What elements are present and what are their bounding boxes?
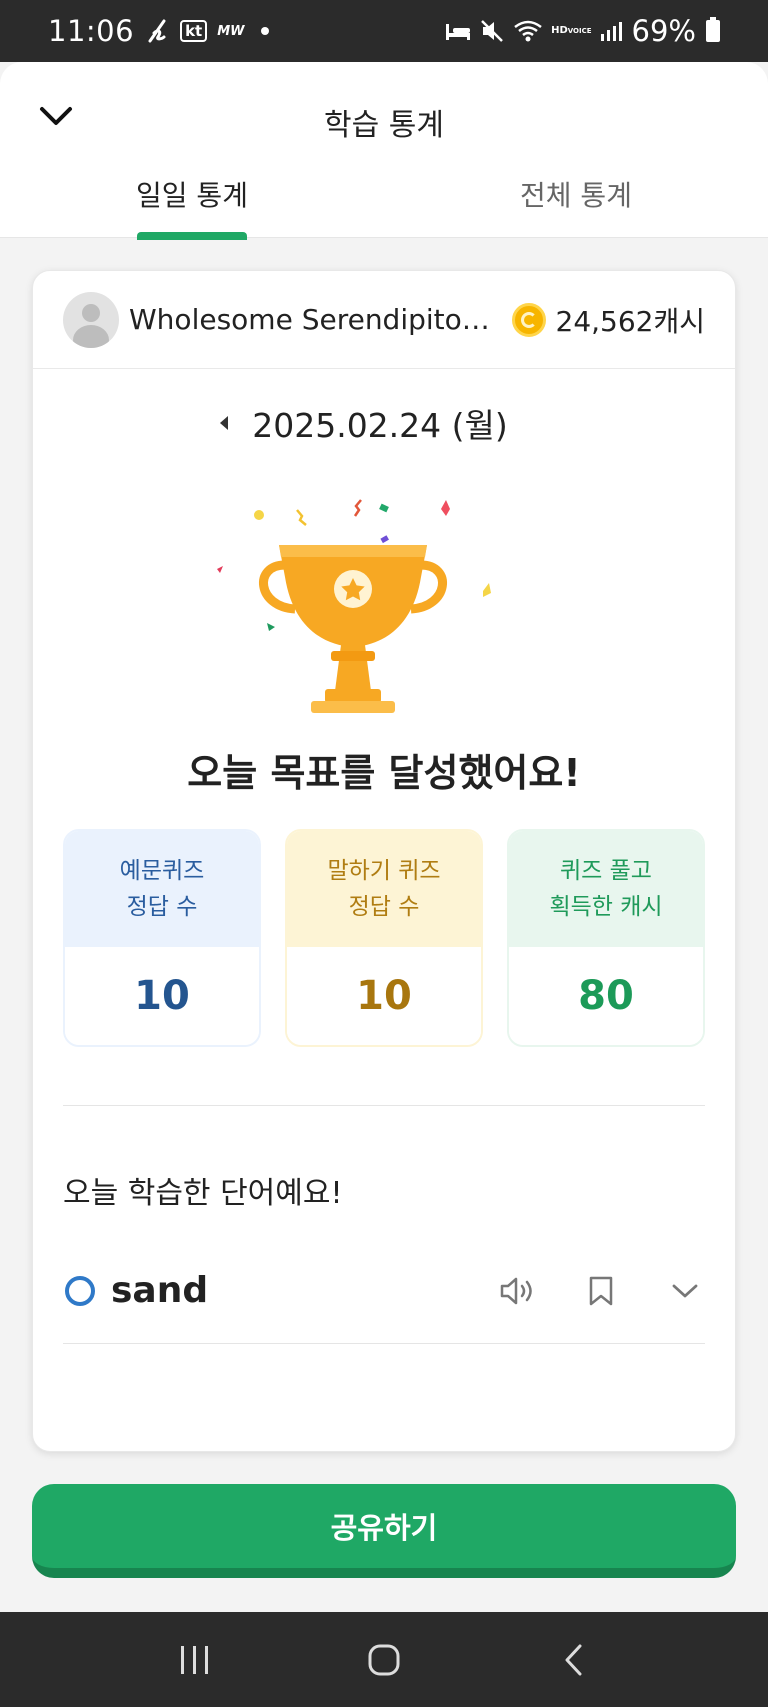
status-bar: 11:06 kt MW HD VOICE 69% [0, 0, 768, 62]
hd-voice-top: HD [551, 25, 568, 36]
speaker-button[interactable] [497, 1271, 537, 1311]
stat-cash-earned-line1: 퀴즈 풀고 [560, 858, 652, 884]
tab-daily-stats-label: 일일 통계 [136, 179, 248, 212]
stat-example-quiz-line2: 정답 수 [126, 894, 198, 920]
speaker-icon [500, 1277, 532, 1304]
stat-example-quiz-label: 예문퀴즈 정답 수 [65, 831, 259, 947]
stat-cash-earned-line2: 획득한 캐시 [549, 894, 663, 920]
recent-apps-icon [180, 1645, 208, 1674]
stat-cash-earned-label: 퀴즈 풀고 획득한 캐시 [509, 831, 703, 947]
stat-cash-earned: 퀴즈 풀고 획득한 캐시 80 [507, 829, 705, 1047]
trophy-icon [217, 499, 491, 713]
stats-card: Wholesome Serendipitous... 24,562캐시 2025… [32, 270, 736, 1452]
chevron-down-icon [672, 1284, 698, 1297]
stat-speaking-quiz: 말하기 퀴즈 정답 수 10 [285, 829, 483, 1047]
signal-icon [600, 20, 622, 42]
status-left: 11:06 kt MW [48, 14, 269, 48]
user-name: Wholesome Serendipitous... [129, 303, 502, 336]
stats-row: 예문퀴즈 정답 수 10 말하기 퀴즈 정답 수 10 퀴즈 풀고 획득한 캐시 [33, 829, 735, 1047]
hd-voice-icon: HD VOICE [551, 26, 591, 36]
carrier-sub-label: MW [217, 23, 245, 39]
list-item[interactable]: sand [63, 1260, 705, 1344]
hd-voice-bottom: VOICE [567, 27, 592, 35]
mute-icon [479, 18, 505, 44]
bookmark-icon [589, 1276, 613, 1305]
system-nav-bar [0, 1612, 768, 1707]
back-icon [565, 1644, 582, 1675]
word-text: sand [111, 1270, 209, 1311]
share-button[interactable]: 공유하기 [32, 1484, 736, 1578]
bookmark-button[interactable] [581, 1271, 621, 1311]
trophy-illustration [33, 477, 735, 727]
header: 학습 통계 일일 통계 전체 통계 [0, 62, 768, 240]
expand-button[interactable] [665, 1271, 705, 1311]
back-button[interactable] [543, 1630, 603, 1690]
home-icon [368, 1644, 400, 1675]
word-status-circle-icon [65, 1275, 95, 1306]
signature-icon [144, 17, 170, 45]
status-time: 11:06 [48, 14, 135, 48]
tab-all-stats-label: 전체 통계 [520, 179, 632, 212]
date-label: 2025.02.24 (월) [252, 406, 508, 445]
recent-apps-button[interactable] [165, 1630, 225, 1690]
avatar [63, 291, 119, 348]
stat-speaking-quiz-line2: 정답 수 [348, 894, 420, 920]
page-title: 학습 통계 [324, 108, 444, 143]
learned-words-title: 오늘 학습한 단어예요! [63, 1176, 343, 1211]
coin-icon [511, 302, 546, 337]
stat-speaking-quiz-value: 10 [287, 947, 481, 1045]
word-actions [497, 1271, 705, 1311]
tab-daily-stats[interactable]: 일일 통계 [0, 170, 384, 240]
divider [63, 1105, 705, 1106]
wifi-icon [513, 19, 543, 43]
date-row: 2025.02.24 (월) [33, 369, 735, 477]
goal-achieved-title: 오늘 목표를 달성했어요! [187, 751, 581, 795]
previous-date-icon[interactable] [220, 416, 229, 430]
status-right: HD VOICE 69% [445, 14, 720, 48]
tab-all-stats[interactable]: 전체 통계 [384, 170, 768, 238]
stat-speaking-quiz-line1: 말하기 퀴즈 [327, 858, 441, 884]
tab-active-indicator [137, 232, 247, 240]
stat-example-quiz-value: 10 [65, 947, 259, 1045]
stat-example-quiz-line1: 예문퀴즈 [119, 858, 205, 884]
battery-icon [706, 17, 720, 42]
carrier-badge: kt [180, 20, 208, 42]
tab-bar: 일일 통계 전체 통계 [0, 170, 768, 240]
notification-dot-icon [260, 27, 269, 35]
stat-example-quiz: 예문퀴즈 정답 수 10 [63, 829, 261, 1047]
stat-speaking-quiz-label: 말하기 퀴즈 정답 수 [287, 831, 481, 947]
user-row: Wholesome Serendipitous... 24,562캐시 [33, 271, 735, 369]
home-button[interactable] [354, 1630, 414, 1690]
battery-percent: 69% [631, 14, 696, 48]
stat-cash-earned-value: 80 [509, 947, 703, 1045]
cash-balance: 24,562캐시 [555, 304, 706, 338]
sleep-mode-icon [445, 20, 471, 42]
